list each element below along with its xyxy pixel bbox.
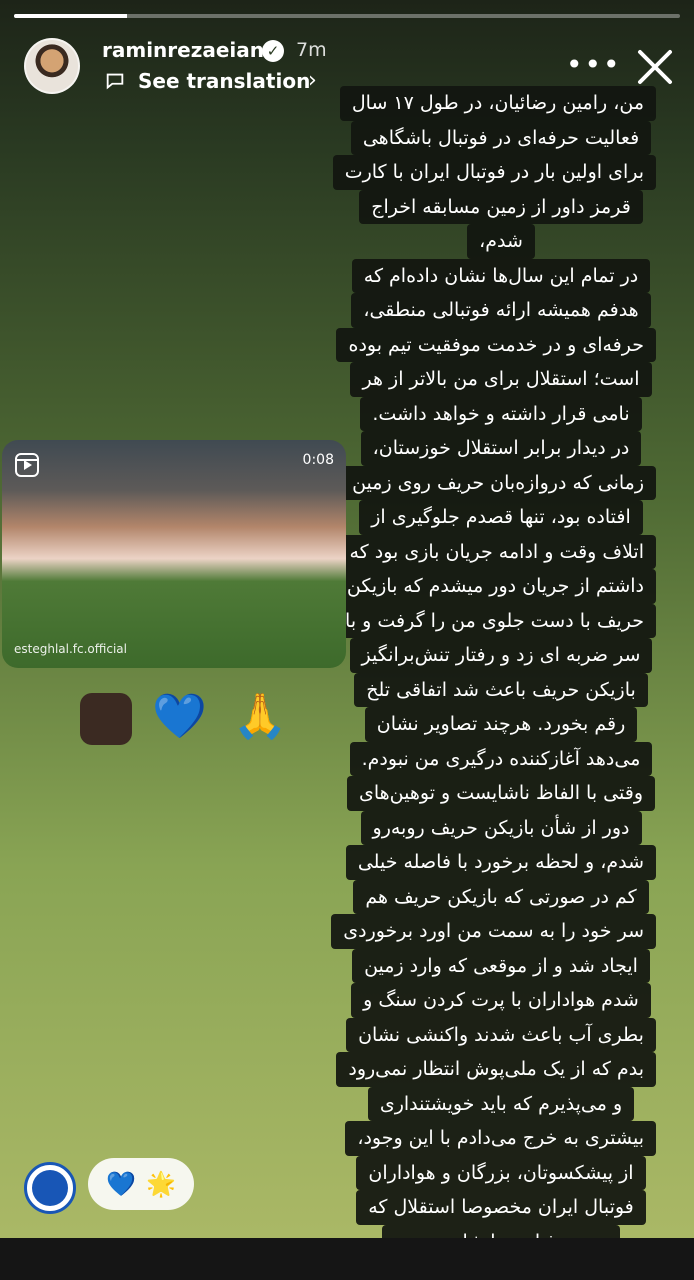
story-text-line: شدم، — [467, 224, 535, 259]
post-time: 7m — [296, 39, 327, 61]
story-text-line: بازیکن حریف باعث شد اتفاقی تلخ — [354, 672, 648, 707]
tagged-account-avatar[interactable] — [24, 1162, 76, 1214]
reaction-pill[interactable]: 💙 🌟 — [88, 1158, 194, 1210]
raised-fist-icon — [80, 693, 132, 745]
video-duration: 0:08 — [302, 452, 334, 468]
story-text-line: می‌دهد آغازکننده درگیری من نبودم. — [349, 741, 653, 776]
story-text-line: من، رامین رضائیان، در طول ۱۷ سال — [339, 86, 656, 121]
verified-badge-icon: ✓ — [262, 40, 284, 62]
star-reaction-icon: 🌟 — [146, 1170, 176, 1198]
close-icon[interactable] — [632, 44, 678, 90]
video-watermark: esteghlal.fc.official — [14, 642, 127, 656]
story-text-line: اتلاف وقت و ادامه جریان بازی بود که — [337, 534, 656, 569]
story-progress-fill — [14, 14, 128, 18]
blue-heart-icon: 💙 — [152, 691, 213, 742]
story-text-line: است؛ استقلال برای من بالاتر از هر — [350, 362, 652, 397]
story-text-line: سر خود را به سمت من اورد برخوردی — [331, 914, 656, 949]
story-text-line: دور از شأن بازیکن حریف روبه‌رو — [360, 810, 642, 845]
username[interactable]: raminrezaeian — [102, 38, 264, 62]
embedded-video-thumbnail[interactable]: 0:08 esteghlal.fc.official — [2, 440, 346, 668]
story-text-line: چنین رفتاری را شایسته من — [381, 1224, 621, 1238]
story-text-line: در تمام این سال‌ها نشان داده‌ام که — [351, 258, 651, 293]
bottom-bar — [0, 1238, 694, 1280]
story-text-line: وقتی با الفاظ ناشایست و توهین‌های — [347, 776, 655, 811]
story-text-line: حرفه‌ای و در خدمت موفقیت تیم بوده — [336, 327, 656, 362]
story-text-line: بیشتری به خرج می‌دادم با این وجود، — [345, 1121, 656, 1156]
story-text-line: از پیشکسوتان، بزرگان و هواداران — [356, 1155, 646, 1190]
chevron-right-icon[interactable]: › — [308, 68, 317, 93]
story-text-line: شدم، و لحظه برخورد با فاصله خیلی — [345, 845, 656, 880]
story-text-line: حریف با دست جلوی من را گرفت و با — [333, 603, 656, 638]
see-translation-link[interactable]: See translation — [138, 69, 310, 93]
more-options-icon[interactable]: ••• — [566, 48, 622, 81]
story-text-line: ایجاد شد و از موقعی که وارد زمین — [352, 948, 650, 983]
story-text-line: هدفم همیشه ارائه فوتبالی منطقی، — [351, 293, 651, 328]
translate-icon[interactable] — [104, 70, 126, 92]
story-text-line: قرمز داور از زمین مسابقه اخراج — [359, 189, 643, 224]
story-text-line: داشتم از جریان دور میشدم که بازیکن — [334, 569, 656, 604]
story-text-line: رقم بخورد. هرچند تصاویر نشان — [364, 707, 638, 742]
emoji-row: 💙 🙏 — [80, 690, 294, 745]
story-text-line: افتاده بود، تنها قصدم جلوگیری از — [359, 500, 643, 535]
story-text-block: من، رامین رضائیان، در طول ۱۷ سال فعالیت ح… — [331, 86, 656, 1238]
story-canvas[interactable]: raminrezaeian ✓ 7m See translation › •••… — [0, 0, 694, 1238]
story-text-line: بدم که از یک ملی‌پوش انتظار نمی‌رود — [336, 1052, 656, 1087]
story-text-line: در دیدار برابر استقلال خوزستان، — [360, 431, 642, 466]
story-text-line: سر ضربه ای زد و رفتار تنش‌برانگیز — [349, 638, 653, 673]
praying-hands-icon: 🙏 — [232, 691, 294, 742]
story-text-line: فوتبال ایران مخصوصا استقلال که — [356, 1190, 646, 1225]
story-text-line: برای اولین بار در فوتبال ایران با کارت — [332, 155, 656, 190]
story-text-line: فعالیت حرفه‌ای در فوتبال باشگاهی — [350, 120, 652, 155]
story-text-line: شدم هواداران با پرت کردن سنگ و — [351, 983, 651, 1018]
story-text-line: بطری آب باعث شدند واکنشی نشان — [346, 1017, 656, 1052]
story-text-line: زمانی که دروازه‌بان حریف روی زمین — [340, 465, 656, 500]
reel-icon — [15, 453, 39, 477]
story-text-line: کم در صورتی که بازیکن حریف هم — [353, 879, 649, 914]
story-progress-bar — [14, 14, 680, 18]
story-text-line: و می‌پذیرم که باید خویشتنداری — [367, 1086, 635, 1121]
profile-avatar[interactable] — [24, 38, 80, 94]
story-text-line: نامی قرار داشته و خواهد داشت. — [360, 396, 642, 431]
heart-reaction-icon: 💙 — [106, 1170, 136, 1198]
